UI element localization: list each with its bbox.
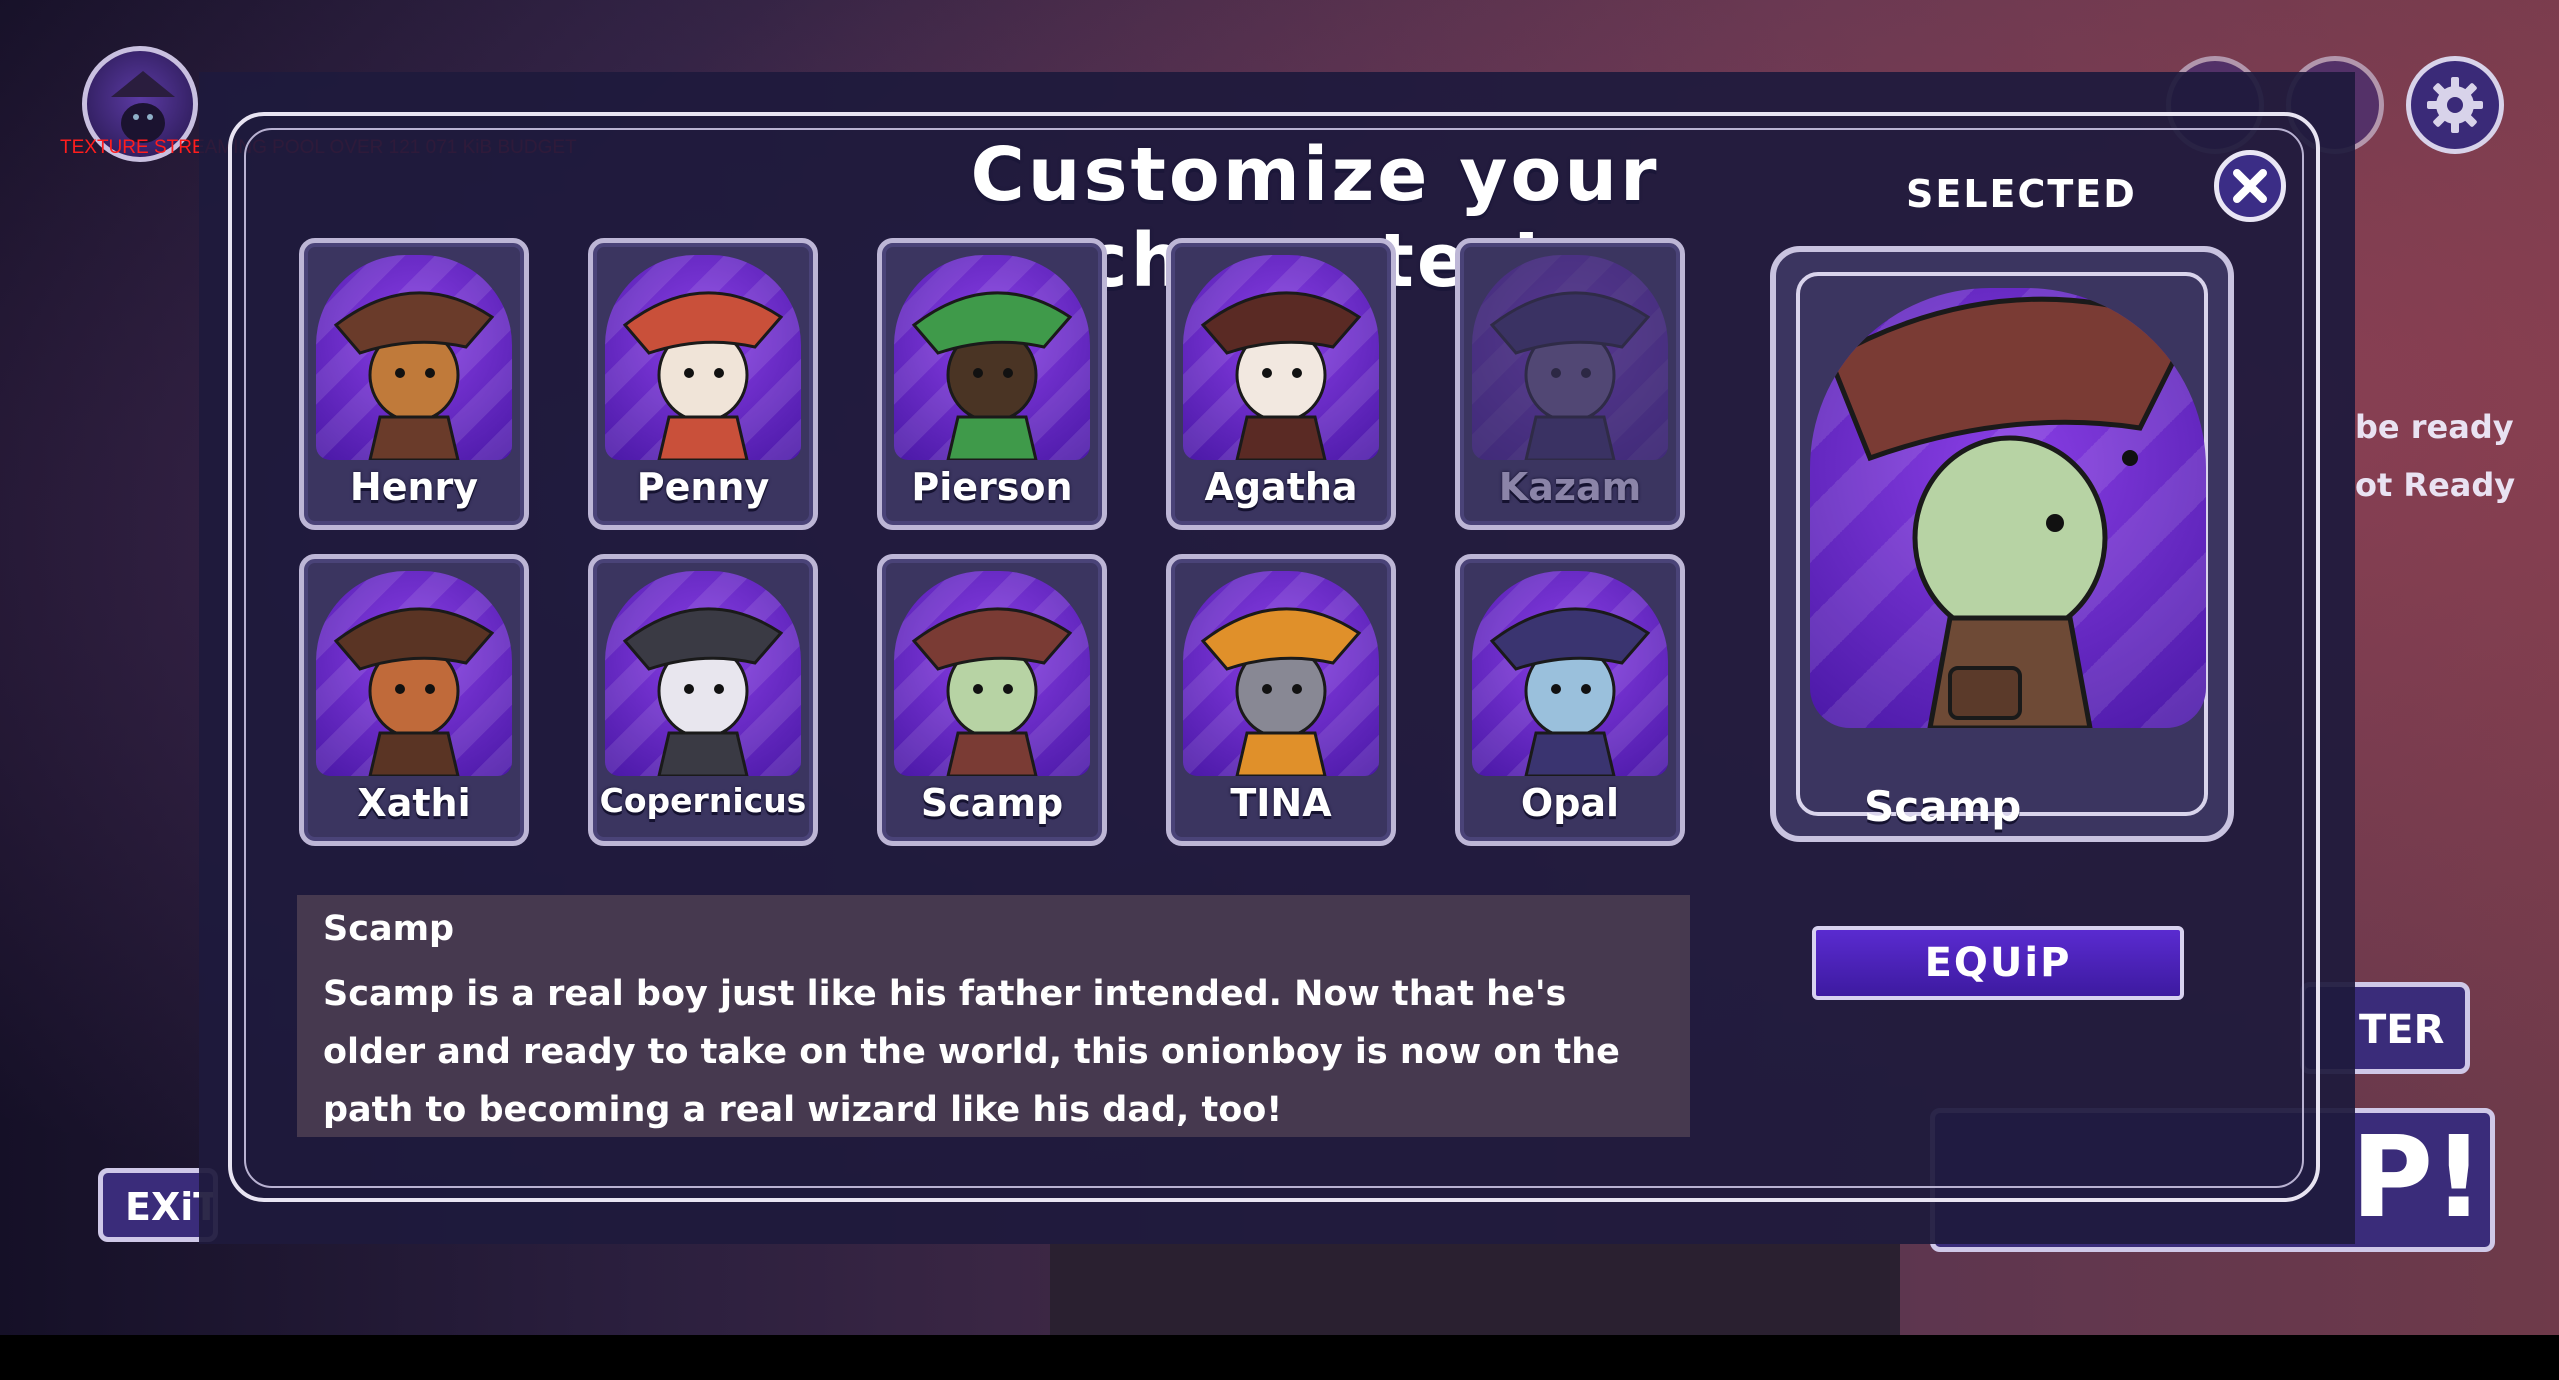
ready-label: be ready bbox=[2355, 408, 2514, 446]
character-card[interactable]: Penny bbox=[588, 238, 818, 530]
character-name: Xathi bbox=[357, 781, 471, 825]
character-portrait-icon bbox=[1200, 291, 1362, 460]
character-name: Henry bbox=[349, 465, 479, 509]
character-name: Copernicus bbox=[599, 781, 807, 820]
character-portrait-icon bbox=[622, 607, 784, 776]
character-card[interactable]: TINA bbox=[1166, 554, 1396, 846]
enter-label: TER bbox=[2359, 1007, 2445, 1053]
character-card[interactable]: Opal bbox=[1455, 554, 1685, 846]
selected-character-portrait bbox=[1810, 288, 2206, 728]
character-name: TINA bbox=[1230, 781, 1332, 825]
character-portrait bbox=[605, 571, 801, 776]
character-portrait-icon bbox=[911, 291, 1073, 460]
character-name: Agatha bbox=[1204, 465, 1358, 509]
close-icon bbox=[2233, 169, 2267, 203]
character-portrait bbox=[1472, 571, 1668, 776]
character-portrait bbox=[1472, 255, 1668, 460]
character-portrait bbox=[605, 255, 801, 460]
selected-label: SELECTED bbox=[1906, 172, 2137, 216]
equip-button[interactable]: EQUiP bbox=[1812, 926, 2184, 1000]
play-label: P! bbox=[2351, 1113, 2485, 1243]
character-name: Kazam bbox=[1498, 465, 1642, 509]
character-portrait-icon bbox=[1489, 607, 1651, 776]
character-card[interactable]: Henry bbox=[299, 238, 529, 530]
not-ready-label: ot Ready bbox=[2355, 466, 2516, 504]
character-card[interactable]: Kazam bbox=[1455, 238, 1685, 530]
character-portrait bbox=[894, 571, 1090, 776]
character-description-box: Scamp Scamp is a real boy just like his … bbox=[297, 895, 1690, 1137]
character-card[interactable]: Agatha bbox=[1166, 238, 1396, 530]
selected-character-name: Scamp bbox=[1864, 782, 2022, 831]
description-text: Scamp is a real boy just like his father… bbox=[323, 974, 1620, 1130]
character-portrait bbox=[894, 255, 1090, 460]
character-portrait bbox=[1183, 255, 1379, 460]
character-portrait-icon bbox=[622, 291, 784, 460]
character-portrait-icon bbox=[1489, 291, 1651, 460]
character-portrait bbox=[1183, 571, 1379, 776]
character-portrait bbox=[316, 571, 512, 776]
character-avatar-icon bbox=[111, 71, 175, 143]
character-card[interactable]: Scamp bbox=[877, 554, 1107, 846]
character-name: Opal bbox=[1520, 781, 1620, 825]
character-portrait-icon bbox=[911, 607, 1073, 776]
character-portrait-icon bbox=[333, 607, 495, 776]
character-name: Scamp bbox=[920, 781, 1064, 825]
character-card[interactable]: Xathi bbox=[299, 554, 529, 846]
close-button[interactable] bbox=[2214, 150, 2286, 222]
letterbox-bar bbox=[0, 1335, 2559, 1380]
character-portrait bbox=[316, 255, 512, 460]
character-name: Pierson bbox=[911, 465, 1073, 509]
scene-floor bbox=[1050, 1240, 1900, 1339]
character-portrait-icon bbox=[1200, 607, 1362, 776]
selected-character-preview: Scamp bbox=[1770, 246, 2234, 842]
character-name: Penny bbox=[636, 465, 770, 509]
character-card[interactable]: Pierson bbox=[877, 238, 1107, 530]
character-portrait-icon bbox=[333, 291, 495, 460]
description-title: Scamp bbox=[323, 909, 455, 949]
gear-icon bbox=[2427, 77, 2483, 133]
character-card[interactable]: Copernicus bbox=[588, 554, 818, 846]
settings-button[interactable] bbox=[2406, 56, 2504, 154]
scamp-portrait-icon bbox=[1826, 296, 2194, 728]
